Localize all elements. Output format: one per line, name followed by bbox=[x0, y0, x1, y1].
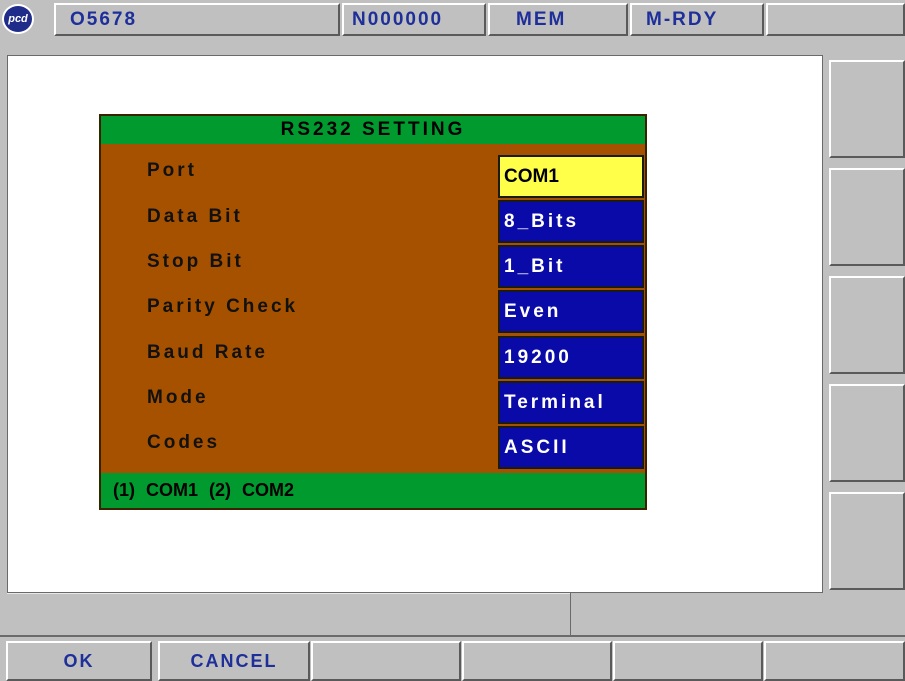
mode-value[interactable]: Terminal bbox=[498, 381, 644, 424]
right-softkey-5[interactable] bbox=[829, 492, 905, 590]
machine-status: M-RDY bbox=[630, 3, 764, 36]
stop-bit-label: Stop Bit bbox=[147, 251, 244, 272]
data-bit-value[interactable]: 8_Bits bbox=[498, 200, 644, 243]
pcd-logo: pcd bbox=[2, 4, 34, 34]
parity-check-label: Parity Check bbox=[147, 296, 299, 317]
parity-check-value[interactable]: Even bbox=[498, 290, 644, 333]
program-number: O5678 bbox=[54, 3, 340, 36]
divider bbox=[0, 635, 905, 637]
mode-label: Mode bbox=[147, 387, 209, 408]
message-bar-right bbox=[570, 593, 905, 635]
operation-mode: MEM bbox=[488, 3, 628, 36]
port-value[interactable]: COM1 bbox=[498, 155, 644, 198]
ok-softkey[interactable]: OK bbox=[6, 641, 152, 681]
baud-rate-label: Baud Rate bbox=[147, 342, 268, 363]
codes-label: Codes bbox=[147, 432, 221, 453]
stop-bit-value[interactable]: 1_Bit bbox=[498, 245, 644, 288]
bottom-softkey-3[interactable] bbox=[311, 641, 461, 681]
cancel-softkey[interactable]: CANCEL bbox=[158, 641, 310, 681]
dialog-hint: (1) COM1 (2) COM2 bbox=[101, 473, 645, 508]
codes-value[interactable]: ASCII bbox=[498, 426, 644, 469]
sequence-number: N000000 bbox=[342, 3, 486, 36]
right-softkey-2[interactable] bbox=[829, 168, 905, 266]
bottom-softkey-5[interactable] bbox=[613, 641, 763, 681]
status-bar: pcd O5678 N000000 MEM M-RDY bbox=[0, 0, 905, 39]
dialog-title: RS232 SETTING bbox=[101, 116, 645, 144]
bottom-softkey-6[interactable] bbox=[764, 641, 905, 681]
right-softkey-4[interactable] bbox=[829, 384, 905, 482]
bottom-softkey-4[interactable] bbox=[462, 641, 612, 681]
right-softkey-3[interactable] bbox=[829, 276, 905, 374]
right-softkey-1[interactable] bbox=[829, 60, 905, 158]
port-label: Port bbox=[147, 160, 197, 181]
baud-rate-value[interactable]: 19200 bbox=[498, 336, 644, 379]
status-cell-empty bbox=[766, 3, 905, 36]
data-bit-label: Data Bit bbox=[147, 206, 243, 227]
rs232-setting-dialog: RS232 SETTING Port Data Bit Stop Bit Par… bbox=[99, 114, 647, 510]
message-bar-left bbox=[7, 593, 570, 635]
